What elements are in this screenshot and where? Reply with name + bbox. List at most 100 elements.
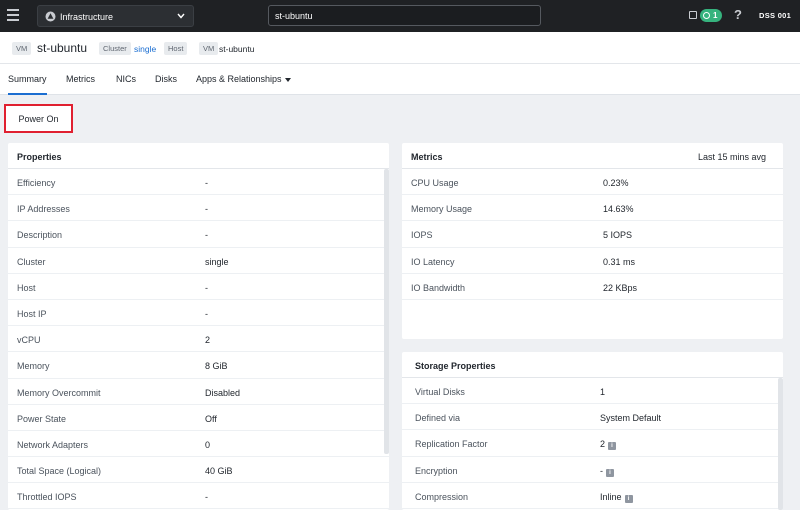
tab-apps-label: Apps & Relationships — [196, 74, 282, 84]
row-value-text: 5 IOPS — [603, 230, 633, 241]
tab-apps-relationships[interactable]: Apps & Relationships — [196, 74, 291, 84]
row-value-text: - — [205, 178, 208, 188]
row-key: Compression — [415, 491, 469, 502]
vm-name-link[interactable]: st-ubuntu — [219, 44, 254, 54]
row-value: 22 KBps — [603, 283, 637, 293]
tasks-icon[interactable] — [689, 11, 697, 19]
row-key: Description — [17, 230, 63, 241]
chevron-down-icon — [284, 77, 291, 82]
row-key: Memory — [17, 361, 50, 372]
metrics-title: Metrics — [411, 152, 443, 162]
row-value: 0.31 ms — [603, 257, 635, 267]
row-key: IO Latency — [411, 256, 455, 267]
row-value: 8 GiB — [205, 361, 228, 371]
info-icon[interactable]: i — [606, 468, 614, 477]
table-row: Efficiency - — [8, 169, 389, 196]
row-value: Off — [205, 414, 217, 424]
row-value-text: Inline — [600, 491, 622, 502]
metrics-range: Last 15 mins avg — [697, 152, 766, 162]
host-tag: Host — [164, 42, 188, 55]
tasks-badge[interactable]: 1 — [700, 9, 722, 22]
table-row: Memory 8 GiB — [8, 352, 389, 379]
row-key: Virtual Disks — [415, 387, 465, 397]
info-icon[interactable]: i — [624, 494, 633, 503]
row-key: Network Adapters — [17, 439, 89, 450]
properties-header: Properties — [8, 143, 389, 169]
properties-list: Efficiency - IP Addresses - Description - Clus… — [8, 169, 389, 510]
row-key: Power State — [17, 413, 67, 424]
row-key: Host — [17, 282, 36, 293]
storage-title: Storage Properties — [415, 361, 496, 371]
table-row: Virtual Disks 1 — [402, 378, 783, 405]
table-row: Defined via System Default — [402, 404, 783, 431]
app-switcher-dropdown[interactable]: Infrastructure — [37, 5, 194, 27]
table-row: IO Latency 0.31 ms — [402, 248, 783, 274]
row-value-text: single — [205, 256, 229, 267]
table-row: Description - — [8, 221, 389, 248]
row-value-text: - — [205, 308, 208, 319]
row-value: 0 — [205, 440, 210, 450]
info-icon[interactable]: i — [608, 442, 617, 451]
help-icon[interactable]: ? — [734, 7, 742, 22]
chevron-down-icon — [177, 13, 185, 19]
active-tab-indicator — [8, 93, 47, 95]
row-value-text: - — [205, 282, 208, 293]
row-value-text: - — [205, 230, 208, 241]
row-key: Efficiency — [17, 178, 56, 188]
row-value: 40 GiB — [205, 466, 233, 476]
row-key: Cluster — [17, 256, 46, 267]
row-value-text: 0.31 ms — [603, 256, 636, 267]
row-key: IP Addresses — [17, 204, 70, 215]
properties-scrollbar[interactable] — [384, 169, 389, 454]
row-value: - — [205, 309, 208, 319]
tab-summary[interactable]: Summary — [8, 74, 47, 84]
row-key: Total Space (Logical) — [17, 466, 102, 477]
table-row: Total Space (Logical) 40 GiB — [8, 457, 389, 484]
row-value-text: 40 GiB — [205, 466, 233, 477]
row-value: single — [205, 257, 229, 267]
search-input[interactable] — [268, 5, 541, 26]
row-value: 14.63% — [603, 204, 634, 214]
row-value-text: 0 — [205, 439, 211, 450]
row-value: - — [205, 283, 208, 293]
user-menu[interactable]: DSS 001 — [759, 11, 791, 20]
row-key: Throttled IOPS — [17, 492, 77, 503]
metrics-list: CPU Usage 0.23% Memory Usage 14.63% IOPS 5 IO… — [402, 169, 783, 300]
row-key: Encryption — [415, 465, 458, 476]
properties-title: Properties — [17, 152, 62, 162]
metrics-header: Metrics Last 15 mins avg — [402, 143, 783, 169]
storage-header: Storage Properties — [402, 352, 783, 378]
table-row: Replication Factor 2 i — [402, 430, 783, 457]
tab-metrics[interactable]: Metrics — [66, 74, 95, 84]
tab-bar: Summary Metrics NICs Disks Apps & Relati… — [0, 64, 800, 95]
tasks-count: 1 — [713, 11, 718, 20]
row-value: - — [205, 492, 208, 502]
row-value: 2 — [205, 335, 210, 345]
row-key: CPU Usage — [411, 178, 459, 188]
table-row: Memory Overcommit Disabled — [8, 379, 389, 405]
vm-tag: VM — [199, 42, 219, 55]
hamburger-menu-icon[interactable] — [7, 9, 19, 21]
tab-nics[interactable]: NICs — [116, 74, 136, 84]
table-row: Compression Inline i — [402, 483, 783, 509]
power-on-button[interactable]: Power On — [4, 104, 73, 133]
row-value-text: 2 — [600, 439, 606, 450]
row-value-text: 14.63% — [603, 204, 634, 215]
table-row: CPU Usage 0.23% — [402, 169, 783, 196]
storage-scrollbar[interactable] — [778, 378, 783, 510]
table-row: Throttled IOPS - — [8, 483, 389, 510]
row-value: Disabled — [205, 388, 240, 398]
row-value-text: Disabled — [205, 387, 241, 398]
row-value-text: - — [600, 465, 603, 476]
table-row: Power State Off — [8, 405, 389, 431]
cluster-link[interactable]: single — [134, 44, 156, 54]
row-value: 0.23% — [603, 178, 629, 188]
row-value-text: 1 — [600, 387, 606, 397]
tab-disks[interactable]: Disks — [155, 74, 177, 84]
table-row: Cluster single — [8, 248, 389, 274]
row-value-text: System Default — [600, 413, 662, 424]
app-switcher-label: Infrastructure — [60, 12, 114, 22]
cluster-tag: Cluster — [99, 42, 131, 55]
row-value-text: 2 — [205, 335, 211, 346]
row-value: 1 — [600, 387, 605, 397]
